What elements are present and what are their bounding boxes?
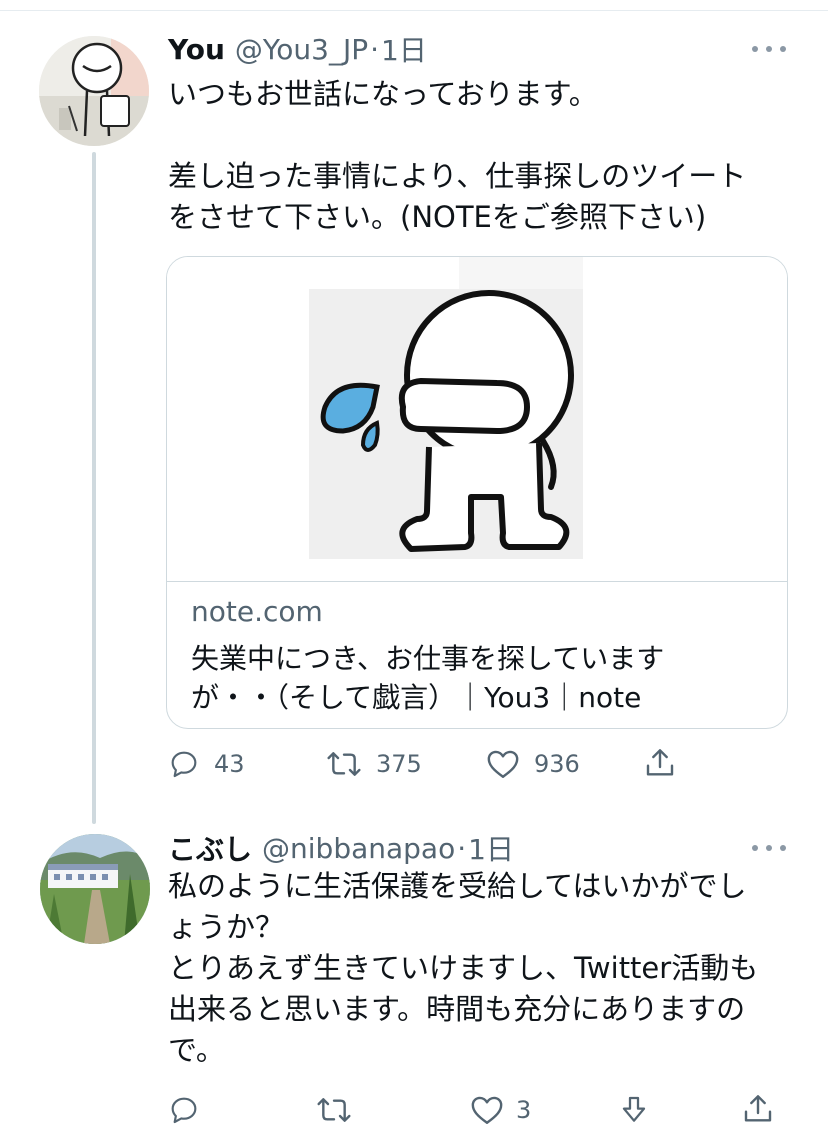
card-title-line: 失業中につき、お仕事を探しています	[191, 642, 665, 675]
card-domain: note.com	[191, 595, 323, 628]
like-button[interactable]: 3	[470, 1094, 531, 1126]
tweet-header: You @You3_JP · 1日	[168, 29, 427, 69]
top-divider	[0, 10, 828, 11]
retweet-button[interactable]	[316, 1094, 352, 1126]
tweet-header: こぶし @nibbanapao · 1日	[168, 828, 514, 868]
retweet-count: 375	[376, 750, 422, 778]
reply-button[interactable]	[168, 1094, 200, 1126]
more-icon	[752, 46, 758, 52]
reply-count: 43	[214, 750, 245, 778]
crying-figure-illustration	[320, 290, 574, 552]
avatar[interactable]	[40, 834, 150, 944]
like-count: 3	[516, 1096, 532, 1124]
author-handle[interactable]: @You3_JP	[235, 33, 368, 66]
tweet-timestamp[interactable]: 1日	[468, 828, 514, 868]
tweet-text-line: で。	[168, 1033, 225, 1067]
more-options-button[interactable]	[752, 838, 786, 858]
like-button[interactable]: 936	[486, 748, 580, 780]
card-title: 失業中につき、お仕事を探しています が・・（そして戯言）｜You3｜note	[191, 639, 664, 717]
reply-icon	[171, 1097, 197, 1124]
like-count: 936	[534, 750, 580, 778]
more-icon-dot	[780, 46, 786, 52]
author-name[interactable]: You	[168, 33, 225, 66]
tweet-text-line: 差し迫った事情により、仕事探しのツイート	[168, 159, 747, 193]
share-button[interactable]	[644, 746, 676, 780]
retweet-button[interactable]: 375	[326, 748, 422, 780]
downvote-button[interactable]	[618, 1093, 650, 1127]
share-icon	[744, 1095, 772, 1122]
link-preview-card[interactable]: note.com 失業中につき、お仕事を探しています が・・（そして戯言）｜Yo…	[166, 256, 788, 729]
tweet-timestamp[interactable]: 1日	[381, 29, 427, 69]
tweet-text-blank-line	[168, 115, 746, 156]
separator-dot: ·	[457, 831, 467, 865]
author-handle[interactable]: @nibbanapao	[262, 832, 455, 865]
retweet-icon	[327, 752, 361, 776]
more-icon-dot	[780, 845, 786, 851]
heart-icon	[487, 750, 519, 778]
card-title-line: が・・（そして戯言）｜You3｜note	[191, 681, 642, 714]
heart-icon	[471, 1096, 503, 1124]
tweet-text-line: 私のように生活保護を受給してはいかがでし	[168, 869, 747, 903]
tweet-text: 私のように生活保護を受給してはいかがでし ょうか？ とりあえず生きていけますし、…	[168, 866, 758, 1071]
more-icon	[752, 845, 758, 851]
separator-dot: ·	[370, 32, 379, 66]
link-preview-image	[167, 257, 787, 582]
tweet-text: いつもお世話になっております。 差し迫った事情により、仕事探しのツイート をさせ…	[168, 74, 746, 238]
tweet-text-line: 出来ると思います。時間も充分にありますの	[168, 992, 746, 1026]
more-options-button[interactable]	[752, 39, 786, 59]
more-icon-dot	[766, 46, 772, 52]
share-icon	[646, 749, 674, 776]
retweet-icon	[317, 1098, 351, 1122]
avatar-landscape-image	[40, 834, 150, 944]
share-button[interactable]	[742, 1092, 774, 1126]
avatar[interactable]	[39, 36, 149, 146]
tweet-text-line: をさせて下さい。(NOTEをご参照下さい)	[168, 200, 707, 234]
author-name[interactable]: こぶし	[168, 828, 252, 868]
tweet-text-line: とりあえず生きていけますし、Twitter活動も	[168, 951, 759, 985]
avatar-cartoon-image	[39, 36, 149, 146]
tweet-text-line: ょうか？	[168, 910, 285, 944]
reply-icon	[171, 751, 197, 778]
thread-connector-line	[92, 152, 96, 824]
reply-button[interactable]: 43	[168, 748, 245, 780]
more-icon-dot	[766, 845, 772, 851]
tweet-text-line: いつもお世話になっております。	[168, 77, 598, 111]
downvote-icon	[622, 1096, 646, 1122]
